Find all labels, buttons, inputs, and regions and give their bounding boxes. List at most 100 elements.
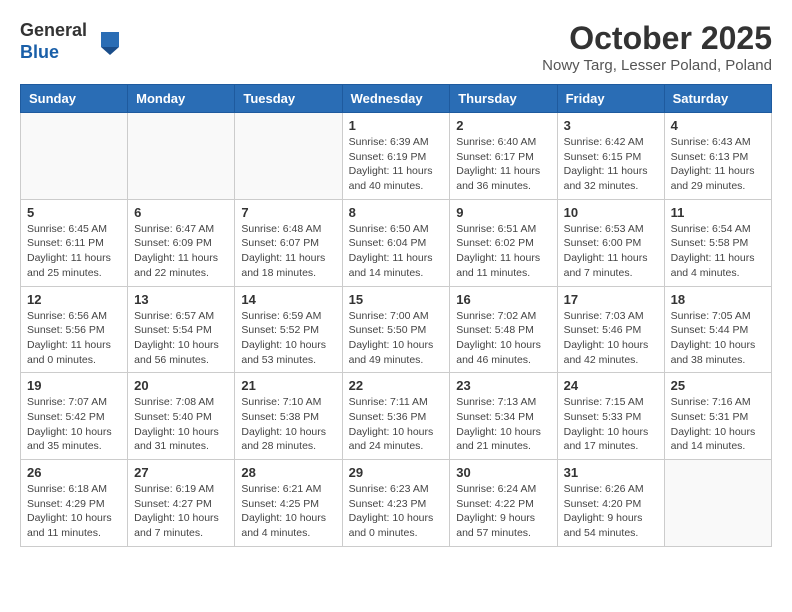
col-header-wednesday: Wednesday — [342, 85, 450, 113]
day-number: 30 — [456, 465, 550, 480]
day-info: Sunrise: 6:54 AM Sunset: 5:58 PM Dayligh… — [671, 222, 765, 281]
day-number: 27 — [134, 465, 228, 480]
day-number: 21 — [241, 378, 335, 393]
calendar-cell: 27 Sunrise: 6:19 AM Sunset: 4:27 PM Dayli… — [128, 460, 235, 547]
location: Nowy Targ, Lesser Poland, Poland — [542, 57, 772, 74]
col-header-friday: Friday — [557, 85, 664, 113]
page-header: General Blue October 2025 Nowy Targ, Les… — [20, 20, 772, 74]
logo-text: General Blue — [20, 20, 87, 63]
calendar-cell: 12 Sunrise: 6:56 AM Sunset: 5:56 PM Dayli… — [21, 286, 128, 373]
day-number: 31 — [564, 465, 658, 480]
calendar-week-row: 26 Sunrise: 6:18 AM Sunset: 4:29 PM Dayli… — [21, 460, 772, 547]
calendar-cell: 30 Sunrise: 6:24 AM Sunset: 4:22 PM Dayli… — [450, 460, 557, 547]
day-info: Sunrise: 6:50 AM Sunset: 6:04 PM Dayligh… — [349, 222, 444, 281]
logo-icon — [91, 27, 121, 57]
day-number: 10 — [564, 205, 658, 220]
day-info: Sunrise: 7:02 AM Sunset: 5:48 PM Dayligh… — [456, 309, 550, 368]
day-info: Sunrise: 6:59 AM Sunset: 5:52 PM Dayligh… — [241, 309, 335, 368]
day-info: Sunrise: 6:56 AM Sunset: 5:56 PM Dayligh… — [27, 309, 121, 368]
day-info: Sunrise: 6:51 AM Sunset: 6:02 PM Dayligh… — [456, 222, 550, 281]
day-info: Sunrise: 6:45 AM Sunset: 6:11 PM Dayligh… — [27, 222, 121, 281]
day-number: 25 — [671, 378, 765, 393]
calendar-cell: 23 Sunrise: 7:13 AM Sunset: 5:34 PM Dayli… — [450, 373, 557, 460]
day-info: Sunrise: 6:26 AM Sunset: 4:20 PM Dayligh… — [564, 482, 658, 541]
calendar-cell: 11 Sunrise: 6:54 AM Sunset: 5:58 PM Dayli… — [664, 199, 771, 286]
logo-blue: Blue — [20, 42, 87, 64]
calendar-cell: 19Sunrise: 7:07 AM Sunset: 5:42 PM Dayli… — [21, 373, 128, 460]
calendar-cell: 14 Sunrise: 6:59 AM Sunset: 5:52 PM Dayli… — [235, 286, 342, 373]
calendar-cell: 18 Sunrise: 7:05 AM Sunset: 5:44 PM Dayli… — [664, 286, 771, 373]
day-number: 15 — [349, 292, 444, 307]
day-number: 13 — [134, 292, 228, 307]
calendar-cell: 16 Sunrise: 7:02 AM Sunset: 5:48 PM Dayli… — [450, 286, 557, 373]
day-info: Sunrise: 6:23 AM Sunset: 4:23 PM Dayligh… — [349, 482, 444, 541]
day-info: Sunrise: 7:07 AM Sunset: 5:42 PM Dayligh… — [27, 395, 121, 454]
calendar-cell: 29 Sunrise: 6:23 AM Sunset: 4:23 PM Dayli… — [342, 460, 450, 547]
col-header-saturday: Saturday — [664, 85, 771, 113]
calendar-cell: 21 Sunrise: 7:10 AM Sunset: 5:38 PM Dayli… — [235, 373, 342, 460]
calendar-cell: 13Sunrise: 6:57 AM Sunset: 5:54 PM Dayli… — [128, 286, 235, 373]
day-number: 12 — [27, 292, 121, 307]
day-info: Sunrise: 6:18 AM Sunset: 4:29 PM Dayligh… — [27, 482, 121, 541]
calendar-week-row: 19Sunrise: 7:07 AM Sunset: 5:42 PM Dayli… — [21, 373, 772, 460]
day-info: Sunrise: 7:00 AM Sunset: 5:50 PM Dayligh… — [349, 309, 444, 368]
day-info: Sunrise: 6:24 AM Sunset: 4:22 PM Dayligh… — [456, 482, 550, 541]
day-info: Sunrise: 7:13 AM Sunset: 5:34 PM Dayligh… — [456, 395, 550, 454]
day-number: 22 — [349, 378, 444, 393]
day-info: Sunrise: 7:15 AM Sunset: 5:33 PM Dayligh… — [564, 395, 658, 454]
day-number: 8 — [349, 205, 444, 220]
calendar-cell: 4 Sunrise: 6:43 AM Sunset: 6:13 PM Daylig… — [664, 113, 771, 200]
calendar-cell: 26 Sunrise: 6:18 AM Sunset: 4:29 PM Dayli… — [21, 460, 128, 547]
day-number: 3 — [564, 118, 658, 133]
day-info: Sunrise: 7:10 AM Sunset: 5:38 PM Dayligh… — [241, 395, 335, 454]
calendar-cell: 24Sunrise: 7:15 AM Sunset: 5:33 PM Dayli… — [557, 373, 664, 460]
day-number: 5 — [27, 205, 121, 220]
day-info: Sunrise: 6:53 AM Sunset: 6:00 PM Dayligh… — [564, 222, 658, 281]
col-header-thursday: Thursday — [450, 85, 557, 113]
col-header-sunday: Sunday — [21, 85, 128, 113]
calendar-header-row: SundayMondayTuesdayWednesdayThursdayFrid… — [21, 85, 772, 113]
calendar-cell: 28Sunrise: 6:21 AM Sunset: 4:25 PM Dayli… — [235, 460, 342, 547]
day-number: 23 — [456, 378, 550, 393]
calendar-cell: 15 Sunrise: 7:00 AM Sunset: 5:50 PM Dayli… — [342, 286, 450, 373]
calendar-cell: 1Sunrise: 6:39 AM Sunset: 6:19 PM Daylig… — [342, 113, 450, 200]
calendar-week-row: 12 Sunrise: 6:56 AM Sunset: 5:56 PM Dayli… — [21, 286, 772, 373]
calendar-cell — [21, 113, 128, 200]
day-info: Sunrise: 6:42 AM Sunset: 6:15 PM Dayligh… — [564, 135, 658, 194]
day-info: Sunrise: 7:05 AM Sunset: 5:44 PM Dayligh… — [671, 309, 765, 368]
calendar-cell: 22 Sunrise: 7:11 AM Sunset: 5:36 PM Dayli… — [342, 373, 450, 460]
day-number: 9 — [456, 205, 550, 220]
day-number: 16 — [456, 292, 550, 307]
calendar-cell: 2Sunrise: 6:40 AM Sunset: 6:17 PM Daylig… — [450, 113, 557, 200]
logo: General Blue — [20, 20, 121, 63]
day-number: 11 — [671, 205, 765, 220]
day-info: Sunrise: 6:43 AM Sunset: 6:13 PM Dayligh… — [671, 135, 765, 194]
day-info: Sunrise: 6:19 AM Sunset: 4:27 PM Dayligh… — [134, 482, 228, 541]
day-number: 1 — [349, 118, 444, 133]
calendar-cell: 20 Sunrise: 7:08 AM Sunset: 5:40 PM Dayli… — [128, 373, 235, 460]
day-number: 26 — [27, 465, 121, 480]
day-info: Sunrise: 7:11 AM Sunset: 5:36 PM Dayligh… — [349, 395, 444, 454]
day-number: 29 — [349, 465, 444, 480]
day-number: 2 — [456, 118, 550, 133]
calendar-cell: 7Sunrise: 6:48 AM Sunset: 6:07 PM Daylig… — [235, 199, 342, 286]
calendar-cell — [128, 113, 235, 200]
day-info: Sunrise: 7:08 AM Sunset: 5:40 PM Dayligh… — [134, 395, 228, 454]
day-number: 20 — [134, 378, 228, 393]
day-info: Sunrise: 6:47 AM Sunset: 6:09 PM Dayligh… — [134, 222, 228, 281]
calendar-cell — [235, 113, 342, 200]
day-info: Sunrise: 7:03 AM Sunset: 5:46 PM Dayligh… — [564, 309, 658, 368]
calendar-cell: 5 Sunrise: 6:45 AM Sunset: 6:11 PM Daylig… — [21, 199, 128, 286]
day-number: 14 — [241, 292, 335, 307]
calendar-cell: 3 Sunrise: 6:42 AM Sunset: 6:15 PM Daylig… — [557, 113, 664, 200]
calendar-cell: 17Sunrise: 7:03 AM Sunset: 5:46 PM Dayli… — [557, 286, 664, 373]
calendar-cell: 6Sunrise: 6:47 AM Sunset: 6:09 PM Daylig… — [128, 199, 235, 286]
calendar-week-row: 5 Sunrise: 6:45 AM Sunset: 6:11 PM Daylig… — [21, 199, 772, 286]
calendar-cell — [664, 460, 771, 547]
day-number: 4 — [671, 118, 765, 133]
calendar-week-row: 1Sunrise: 6:39 AM Sunset: 6:19 PM Daylig… — [21, 113, 772, 200]
day-number: 18 — [671, 292, 765, 307]
calendar-cell: 10 Sunrise: 6:53 AM Sunset: 6:00 PM Dayli… — [557, 199, 664, 286]
day-number: 28 — [241, 465, 335, 480]
calendar-cell: 31 Sunrise: 6:26 AM Sunset: 4:20 PM Dayli… — [557, 460, 664, 547]
